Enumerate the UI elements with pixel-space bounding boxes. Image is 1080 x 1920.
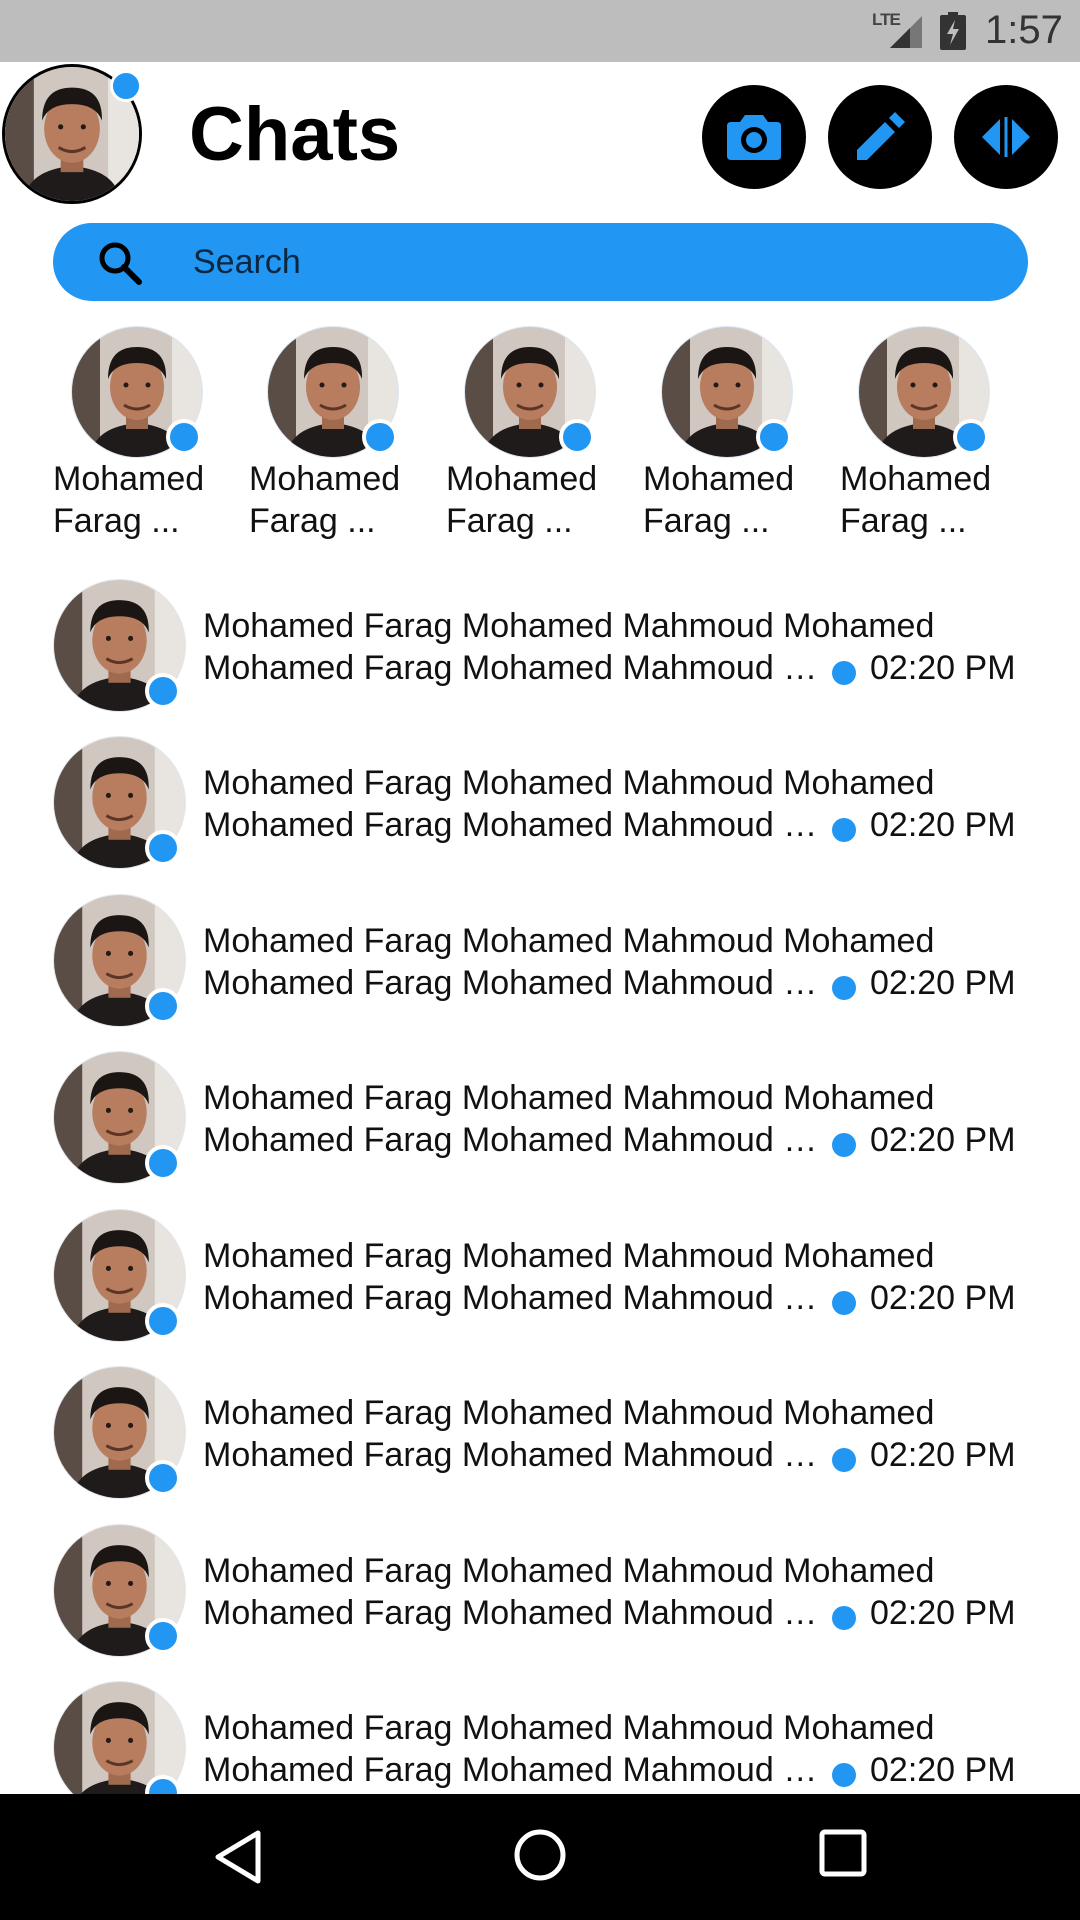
signal-icon (890, 16, 922, 48)
code-button[interactable] (954, 85, 1058, 189)
camera-button[interactable] (702, 85, 806, 189)
chat-last-message: Mohamed Farag Mohamed Mahmoud Mohamed (203, 649, 825, 687)
online-indicator (145, 673, 181, 709)
unread-dot (832, 1606, 856, 1630)
recents-icon[interactable] (819, 1829, 867, 1877)
chat-name: Mohamed Farag Mohamed Mahmoud Mohamed (203, 607, 935, 645)
chat-row[interactable]: Mohamed Farag Mohamed Mahmoud Mohamed Mo… (0, 735, 1080, 892)
chat-row[interactable]: Mohamed Farag Mohamed Mahmoud Mohamed Mo… (0, 1208, 1080, 1365)
battery-icon (940, 12, 966, 50)
unread-dot (832, 1763, 856, 1787)
unread-dot (832, 661, 856, 685)
chat-time: 02:20 PM (870, 1121, 1016, 1159)
chat-name: Mohamed Farag Mohamed Mahmoud Mohamed (203, 1237, 935, 1275)
profile-avatar[interactable] (2, 64, 142, 204)
chat-name: Mohamed Farag Mohamed Mahmoud Mohamed (203, 764, 935, 802)
pencil-icon (857, 112, 905, 160)
chat-name: Mohamed Farag Mohamed Mahmoud Mohamed (203, 1709, 935, 1747)
story-name: Mohamed Farag ... (53, 460, 205, 540)
chat-last-message: Mohamed Farag Mohamed Mahmoud Mohamed (203, 1121, 825, 1159)
chat-name: Mohamed Farag Mohamed Mahmoud Mohamed (203, 922, 935, 960)
navigation-bar (0, 1794, 1080, 1920)
code-icon (982, 117, 1030, 157)
chat-time: 02:20 PM (870, 1751, 1016, 1789)
chat-name: Mohamed Farag Mohamed Mahmoud Mohamed (203, 1394, 935, 1432)
story-name: Mohamed Farag ... (249, 460, 401, 540)
chat-last-message: Mohamed Farag Mohamed Mahmoud Mohamed (203, 806, 825, 844)
online-indicator (110, 70, 142, 102)
chat-time: 02:20 PM (870, 806, 1016, 844)
search-bar[interactable] (53, 223, 1028, 301)
online-indicator (166, 419, 202, 455)
search-icon (99, 242, 142, 285)
online-indicator (145, 988, 181, 1024)
unread-dot (832, 1291, 856, 1315)
chat-time: 02:20 PM (870, 1279, 1016, 1317)
online-indicator (145, 1460, 181, 1496)
page-title: Chats (189, 92, 401, 177)
home-icon[interactable] (513, 1828, 567, 1882)
back-icon[interactable] (212, 1829, 264, 1885)
chat-last-message: Mohamed Farag Mohamed Mahmoud Mohamed (203, 1279, 825, 1317)
chat-row[interactable]: Mohamed Farag Mohamed Mahmoud Mohamed Mo… (0, 578, 1080, 735)
compose-button[interactable] (828, 85, 932, 189)
unread-dot (832, 976, 856, 1000)
chat-row[interactable]: Mohamed Farag Mohamed Mahmoud Mohamed Mo… (0, 893, 1080, 1050)
chat-row[interactable]: Mohamed Farag Mohamed Mahmoud Mohamed Mo… (0, 1050, 1080, 1207)
status-time: 1:57 (985, 8, 1063, 52)
chat-last-message: Mohamed Farag Mohamed Mahmoud Mohamed (203, 1751, 825, 1789)
chat-last-message: Mohamed Farag Mohamed Mahmoud Mohamed (203, 1594, 825, 1632)
chat-row[interactable]: Mohamed Farag Mohamed Mahmoud Mohamed Mo… (0, 1365, 1080, 1522)
online-indicator (145, 1303, 181, 1339)
online-indicator (362, 419, 398, 455)
online-indicator (756, 419, 792, 455)
story-name: Mohamed Farag ... (840, 460, 992, 540)
unread-dot (832, 1133, 856, 1157)
online-indicator (145, 830, 181, 866)
online-indicator (559, 419, 595, 455)
story-name: Mohamed Farag ... (446, 460, 598, 540)
camera-icon (727, 115, 781, 160)
chat-time: 02:20 PM (870, 964, 1016, 1002)
chat-time: 02:20 PM (870, 1594, 1016, 1632)
unread-dot (832, 1448, 856, 1472)
unread-dot (832, 818, 856, 842)
story-name: Mohamed Farag ... (643, 460, 795, 540)
online-indicator (145, 1145, 181, 1181)
chat-name: Mohamed Farag Mohamed Mahmoud Mohamed (203, 1079, 935, 1117)
chat-last-message: Mohamed Farag Mohamed Mahmoud Mohamed (203, 1436, 825, 1474)
status-bar: LTE 1:57 (0, 0, 1080, 62)
chat-row[interactable]: Mohamed Farag Mohamed Mahmoud Mohamed Mo… (0, 1523, 1080, 1680)
online-indicator (953, 419, 989, 455)
chat-last-message: Mohamed Farag Mohamed Mahmoud Mohamed (203, 964, 825, 1002)
online-indicator (145, 1618, 181, 1654)
search-input[interactable] (193, 223, 973, 301)
chat-time: 02:20 PM (870, 649, 1016, 687)
chat-name: Mohamed Farag Mohamed Mahmoud Mohamed (203, 1552, 935, 1590)
chat-time: 02:20 PM (870, 1436, 1016, 1474)
